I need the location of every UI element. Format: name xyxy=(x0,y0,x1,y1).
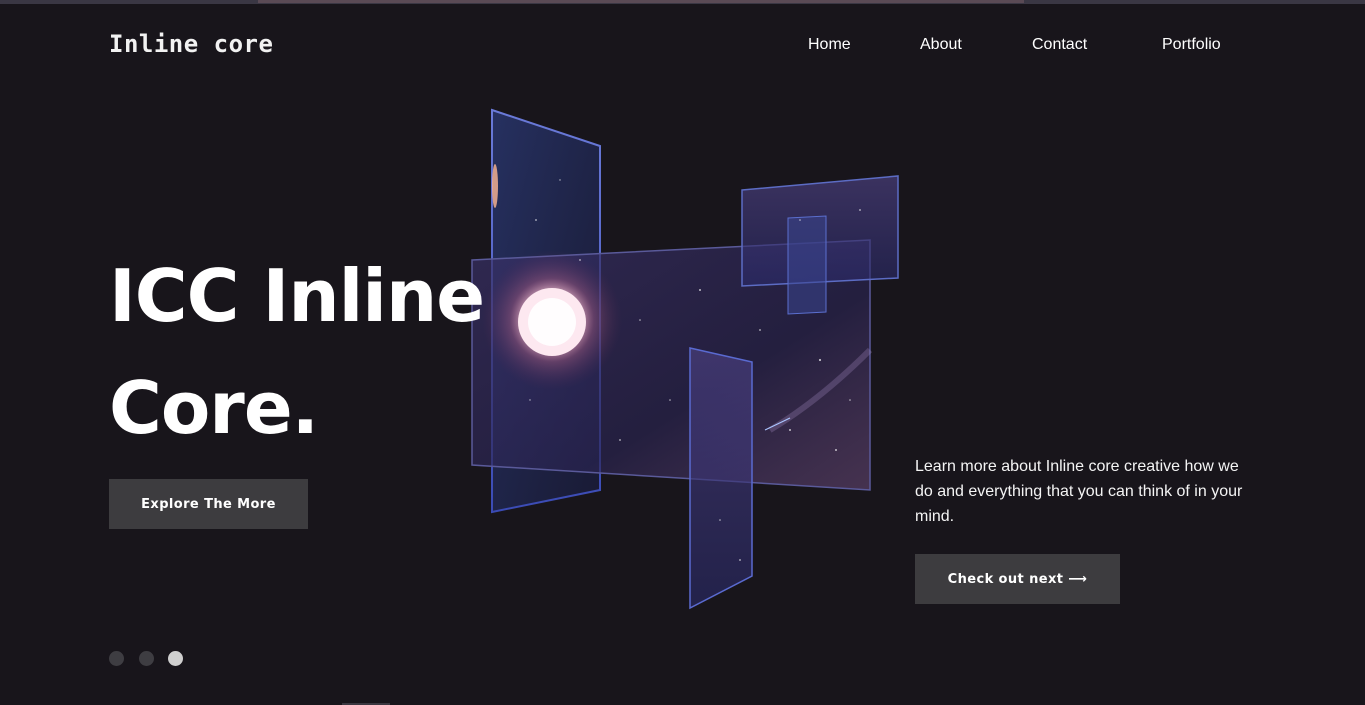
edge-flare xyxy=(492,164,498,208)
slider-dot-1[interactable] xyxy=(109,651,124,666)
slider-dot-2[interactable] xyxy=(139,651,154,666)
hero-title: ICC Inline Core. xyxy=(109,240,485,464)
top-strip xyxy=(0,0,1365,4)
nav-contact[interactable]: Contact xyxy=(1032,36,1087,54)
nav-home[interactable]: Home xyxy=(808,36,851,54)
check-out-next-button[interactable]: Check out next ⟶ xyxy=(915,554,1120,604)
slider-dot-3[interactable] xyxy=(168,651,183,666)
glass-panel-narrow xyxy=(787,215,827,315)
main-nav: Home About Contact Portfolio xyxy=(0,36,1365,60)
hero-title-line-2: Core. xyxy=(109,366,319,450)
nav-portfolio[interactable]: Portfolio xyxy=(1162,36,1221,54)
hero-description: Learn more about Inline core creative ho… xyxy=(915,458,1243,525)
nav-about[interactable]: About xyxy=(920,36,962,54)
explore-button[interactable]: Explore The More xyxy=(109,479,308,529)
hero-glass-panels-artwork xyxy=(471,108,899,610)
top-strip-accent xyxy=(258,0,1024,3)
hero-title-line-1: ICC Inline xyxy=(109,254,485,338)
glass-panel-bottom xyxy=(689,347,753,610)
